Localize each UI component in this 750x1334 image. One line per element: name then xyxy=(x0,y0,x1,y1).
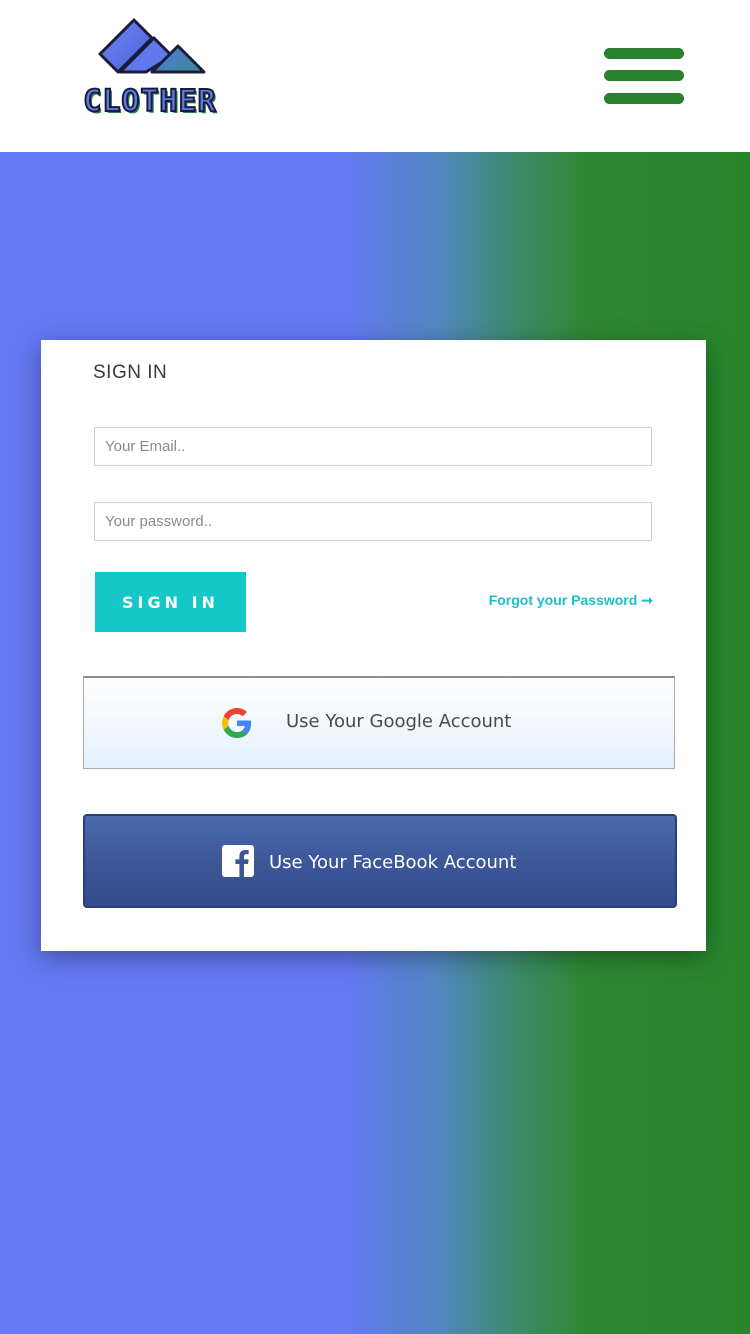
hamburger-menu-button[interactable] xyxy=(604,46,684,106)
clother-logo[interactable]: CLOTHER xyxy=(60,16,240,120)
google-icon xyxy=(222,708,252,738)
logo-wordmark: CLOTHER xyxy=(82,83,217,120)
facebook-signin-button[interactable]: Use Your FaceBook Account xyxy=(83,814,677,908)
arrow-right-icon: ➞ xyxy=(641,592,653,608)
forgot-password-link[interactable]: Forgot your Password ➞ xyxy=(453,592,653,609)
signin-title: SIGN IN xyxy=(93,362,168,383)
google-signin-button[interactable]: Use Your Google Account xyxy=(83,676,675,769)
signin-card: SIGN IN SIGN IN Forgot your Password➞ Us… xyxy=(41,340,706,951)
signin-button[interactable]: SIGN IN xyxy=(95,572,246,632)
forgot-password-label: Forgot your Password xyxy=(488,592,638,608)
menu-bar-bottom xyxy=(604,93,684,104)
email-input[interactable] xyxy=(94,427,652,466)
menu-bar-top xyxy=(604,48,684,59)
facebook-signin-label: Use Your FaceBook Account xyxy=(269,852,517,873)
menu-bar-middle xyxy=(604,70,684,81)
password-input[interactable] xyxy=(94,502,652,541)
facebook-icon xyxy=(222,845,254,877)
google-signin-label: Use Your Google Account xyxy=(286,711,512,732)
site-header: CLOTHER xyxy=(0,0,750,152)
